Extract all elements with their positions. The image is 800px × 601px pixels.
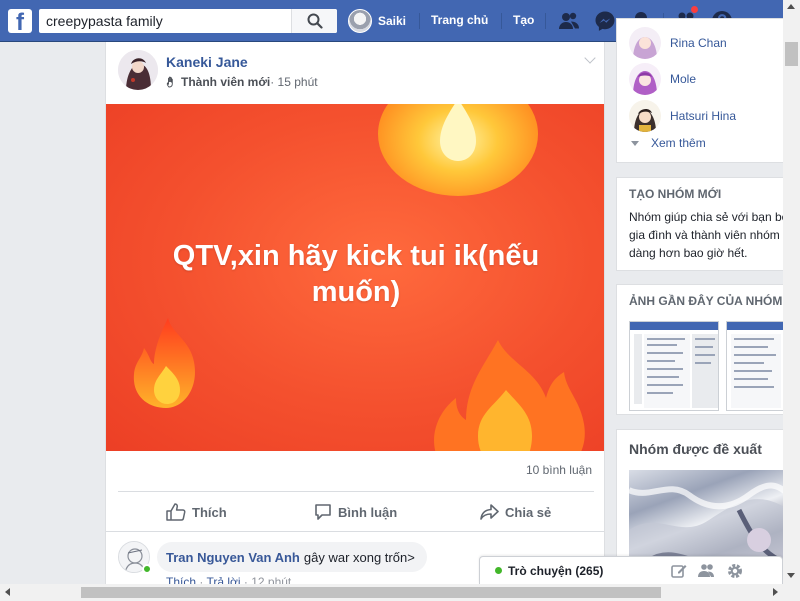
share-label: Chia sẻ: [505, 504, 552, 520]
thumbs-up-icon: [166, 503, 186, 521]
facebook-logo-icon[interactable]: f: [8, 9, 32, 36]
post-options-chevron-down-icon[interactable]: [584, 52, 596, 64]
comment-bubble: Tran Nguyen Van Anh gây war xong trốn>: [157, 542, 427, 572]
divider: [106, 531, 604, 532]
member-name: Hatsuri Hina: [670, 109, 737, 123]
avatar: [629, 63, 661, 95]
notification-badge: [690, 5, 699, 14]
nav-divider: [419, 13, 420, 29]
post-status-text: QTV,xin hãy kick tui ik(nếu muốn): [172, 240, 540, 308]
chat-settings-gear-icon[interactable]: [726, 562, 744, 580]
post-card: Kaneki Jane Thành viên mới · 15 phút QTV…: [105, 42, 605, 584]
search-input[interactable]: [39, 9, 291, 33]
comment-bubble-icon: [315, 504, 331, 520]
recent-photos-title[interactable]: ẢNH GẦN ĐÂY CỦA NHÓM: [629, 294, 782, 308]
avatar: [629, 27, 661, 59]
chat-bar[interactable]: Trò chuyện (265): [479, 556, 783, 584]
nav-home-link[interactable]: Trang chủ: [431, 13, 488, 27]
fire-emoji-icon: [133, 318, 195, 408]
recent-photo-thumbnail[interactable]: [629, 321, 719, 411]
nav-divider: [545, 13, 546, 29]
horizontal-scrollbar[interactable]: [0, 584, 800, 601]
comments-count[interactable]: 10 bình luận: [526, 463, 592, 477]
avatar: [629, 100, 661, 132]
suggested-groups-title: Nhóm được đề xuất: [629, 441, 762, 457]
group-members-card: Rina Chan Mole Hatsuri Hina Xem thêm: [616, 18, 783, 163]
nav-create-link[interactable]: Tạo: [513, 13, 534, 27]
scroll-left-arrow-icon[interactable]: [5, 588, 10, 596]
create-group-title[interactable]: TẠO NHÓM MỚI: [629, 187, 721, 201]
scrollbar-thumb[interactable]: [785, 42, 798, 66]
chevron-down-icon: [631, 140, 639, 146]
comment-label: Bình luận: [338, 504, 398, 520]
member-item[interactable]: Mole: [629, 63, 696, 95]
separator: ·: [196, 575, 207, 584]
member-name: Mole: [670, 72, 697, 86]
like-label: Thích: [192, 504, 227, 520]
post-background-banner: QTV,xin hãy kick tui ik(nếu muốn): [106, 104, 604, 451]
member-item[interactable]: Rina Chan: [629, 27, 727, 59]
recent-photo-thumbnail[interactable]: [726, 321, 783, 411]
comment-like-link[interactable]: Thích: [166, 575, 196, 584]
comment-time[interactable]: · 12 phút: [241, 575, 291, 584]
post-meta: Thành viên mới · 15 phút: [166, 75, 318, 89]
fire-emoji-icon: [434, 340, 585, 451]
scroll-down-arrow-icon[interactable]: [787, 573, 795, 578]
member-role: Thành viên mới: [181, 75, 271, 89]
like-button[interactable]: Thích: [166, 502, 227, 522]
see-more-link[interactable]: Xem thêm: [631, 136, 706, 150]
create-group-chat-icon[interactable]: [698, 562, 716, 580]
waving-hand-icon: [166, 76, 173, 88]
share-arrow-icon: [480, 504, 499, 520]
post-author-name[interactable]: Kaneki Jane: [166, 54, 248, 70]
scroll-right-arrow-icon[interactable]: [773, 588, 778, 596]
see-more-label: Xem thêm: [651, 136, 706, 150]
comment-actions: Thích · Trả lời · 12 phút: [166, 575, 291, 584]
comment-reply-link[interactable]: Trả lời: [206, 575, 240, 584]
create-group-description: Nhóm giúp chia sẻ với bạn bè, gia đình v…: [629, 210, 783, 260]
chat-label: Trò chuyện (265): [508, 564, 604, 578]
member-name: Rina Chan: [670, 36, 727, 50]
member-item[interactable]: Hatsuri Hina: [629, 100, 736, 132]
scroll-up-arrow-icon[interactable]: [787, 4, 795, 9]
new-message-icon[interactable]: [670, 562, 688, 580]
recent-photos-card: ẢNH GẦN ĐÂY CỦA NHÓM: [616, 284, 783, 415]
comment-button[interactable]: Bình luận: [314, 502, 397, 522]
commenter-name[interactable]: Tran Nguyen Van Anh: [166, 550, 300, 565]
profile-name: Saiki: [378, 14, 407, 28]
profile-link[interactable]: Saiki: [348, 9, 406, 33]
nav-divider: [501, 13, 502, 29]
messenger-icon[interactable]: [594, 10, 616, 32]
post-time[interactable]: · 15 phút: [270, 75, 317, 89]
avatar: [348, 9, 372, 33]
fire-emoji-icon: [378, 104, 538, 196]
create-group-card: TẠO NHÓM MỚI Nhóm giúp chia sẻ với bạn b…: [616, 177, 783, 271]
author-avatar[interactable]: [118, 50, 158, 90]
online-status-indicator: [142, 564, 152, 574]
vertical-scrollbar[interactable]: [783, 0, 800, 584]
share-button[interactable]: Chia sẻ: [480, 502, 551, 522]
comment-text: gây war xong trốn>: [303, 549, 415, 565]
online-status-indicator: [495, 567, 502, 574]
friend-requests-icon[interactable]: [558, 10, 580, 32]
divider: [118, 491, 594, 492]
scrollbar-thumb[interactable]: [81, 587, 661, 598]
search-box: [39, 9, 337, 33]
search-icon: [307, 13, 323, 29]
search-button[interactable]: [291, 9, 337, 33]
